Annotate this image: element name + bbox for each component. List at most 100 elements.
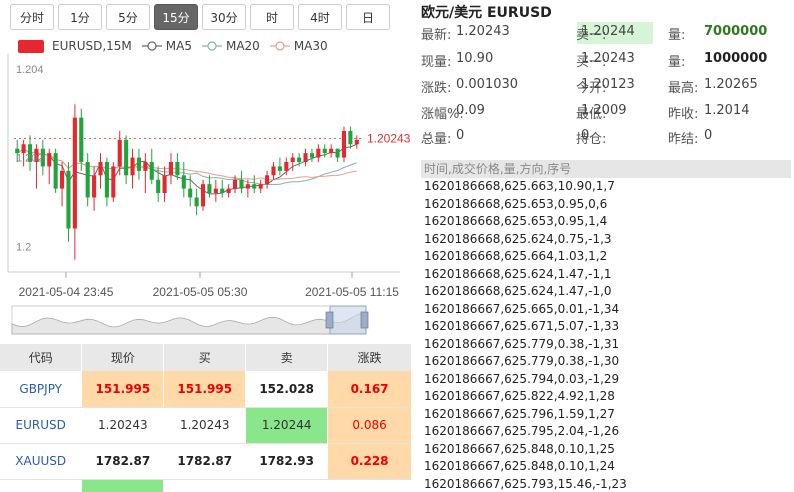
cell-ask: 152.028	[245, 371, 329, 408]
quote-table: 代码 现价 买 卖 涨跌 GBPJPY 151.995 151.995 152.…	[0, 344, 412, 492]
x-axis-labels: 2021-05-04 23:45 2021-05-05 05:30 2021-05-…	[19, 272, 399, 299]
legend-symbol: EURUSD,15M	[18, 39, 132, 53]
legend-ma20-label: MA20	[225, 39, 260, 53]
detail-value: 0	[456, 128, 465, 143]
cell-code[interactable]: EURUSD	[0, 407, 83, 444]
navigator-selection[interactable]	[329, 305, 367, 335]
col-code[interactable]: 代码	[0, 344, 83, 371]
detail-value: 1.20265	[704, 77, 758, 92]
table-row[interactable]	[0, 479, 412, 492]
ma30-line-icon	[269, 41, 290, 51]
detail-value: 0	[704, 128, 713, 143]
trade-row: 1620186668,625.653,0.95,1,4	[424, 214, 608, 228]
cell-code[interactable]: GBPJPY	[0, 371, 83, 408]
legend-ma30[interactable]: MA30	[269, 39, 328, 53]
candle	[79, 108, 84, 171]
detail-label: 最高:	[668, 81, 699, 96]
x-tick-label: 2021-05-04 23:45	[19, 285, 114, 299]
cell-price: 1.20243	[81, 407, 165, 444]
tab-timeframe[interactable]: 时	[250, 4, 294, 30]
detail-value: 1.20123	[581, 77, 635, 92]
tab-timeframe[interactable]: 分时	[10, 4, 54, 30]
candle	[168, 153, 174, 185]
col-bid[interactable]: 买	[163, 344, 247, 371]
tab-timeframe[interactable]: 5分	[106, 4, 150, 30]
tab-timeframe[interactable]: 1分	[58, 4, 102, 30]
legend-ma20[interactable]: MA20	[201, 39, 260, 53]
candle	[213, 179, 218, 202]
x-tick-label: 2021-05-05 05:30	[153, 285, 248, 299]
detail-label: 最新:	[421, 28, 452, 43]
trade-row: 1620186668,625.624,1.47,-1,0	[424, 284, 612, 298]
tab-timeframe[interactable]: 30分	[202, 4, 246, 30]
trade-row: 1620186667,625.794,0.03,-1,29	[424, 371, 620, 386]
trade-row: 1620186667,625.848,0.10,1,25	[424, 441, 615, 456]
candle	[124, 135, 129, 185]
detail-label: 量:	[668, 28, 686, 43]
legend-ma5[interactable]: MA5	[141, 39, 192, 53]
legend-symbol-label: EURUSD,15M	[52, 39, 132, 53]
navigator-right-handle[interactable]	[360, 311, 369, 329]
candle	[258, 179, 263, 194]
cell-ask: 1.20244	[245, 407, 329, 444]
candle	[335, 148, 340, 162]
candle	[226, 184, 231, 198]
y-tick-label: 1.202	[16, 153, 44, 165]
trade-row: 1620186667,625.795,2.04,-1,26	[424, 424, 620, 438]
candle	[329, 144, 334, 158]
cell-bid: 1.20243	[163, 407, 247, 444]
instrument-title: 欧元/美元 EURUSD	[421, 5, 552, 21]
tab-timeframe[interactable]: 4时	[298, 4, 342, 30]
y-axis-labels: 1.204 1.202 1.2	[16, 64, 44, 253]
trade-row: 1620186668,625.653,0.95,0,6	[424, 196, 608, 211]
cell-change: 0.228	[327, 443, 412, 480]
detail-value: 1.20244	[581, 24, 635, 39]
candle	[181, 162, 186, 198]
candle	[303, 148, 308, 167]
detail-value: 1.2014	[704, 103, 750, 118]
candle	[143, 153, 148, 194]
candlestick-chart[interactable]: 1.204 1.202 1.2 2021-05-04 23:45 2021-05-05…	[0, 54, 412, 344]
candle	[111, 162, 116, 202]
trades-list[interactable]: 1620186668,625.663,10.90,1,7 1620186668,6…	[424, 178, 627, 492]
candle	[354, 135, 359, 149]
trade-row: 1620186667,625.796,1.59,1,27	[424, 406, 615, 421]
candle	[316, 144, 321, 162]
candle	[66, 162, 71, 242]
col-price[interactable]: 现价	[81, 344, 165, 371]
last-price-label: 1.20243	[367, 131, 411, 145]
candle	[220, 179, 225, 198]
cell-change: 0.167	[327, 371, 412, 408]
candle	[309, 148, 314, 162]
tab-timeframe[interactable]: 15分	[154, 4, 198, 30]
ma5-line-icon	[141, 41, 162, 51]
candle	[104, 157, 109, 207]
moving-averages	[14, 138, 362, 195]
candle	[239, 170, 244, 194]
cell-code[interactable]: XAUUSD	[0, 443, 83, 480]
table-header-row: 代码 现价 买 卖 涨跌	[0, 344, 412, 371]
detail-value: 0	[581, 128, 590, 143]
detail-label: 现量:	[421, 55, 452, 70]
detail-label: 昨收:	[668, 107, 699, 122]
detail-label: 涨跌:	[421, 81, 452, 96]
trade-row: 1620186667,625.665,0.01,-1,34	[424, 301, 620, 316]
detail-value: 1.20243	[456, 24, 510, 39]
table-row[interactable]: GBPJPY 151.995 151.995 152.028 0.167	[0, 371, 412, 408]
cell-price: 151.995	[81, 371, 165, 408]
candle	[85, 153, 90, 207]
table-row[interactable]: EURUSD 1.20243 1.20243 1.20244 0.086	[0, 407, 412, 444]
trade-row: 1620186668,625.624,0.75,-1,3	[424, 231, 612, 246]
col-change[interactable]: 涨跌	[327, 344, 412, 371]
detail-value: 0.09	[456, 103, 485, 118]
trade-row: 1620186667,625.793,15.46,-1,23	[424, 476, 627, 491]
ma20-line-icon	[201, 41, 222, 51]
cell-bid: 1782.87	[163, 443, 247, 480]
tab-timeframe[interactable]: 日	[346, 4, 390, 30]
table-row[interactable]: XAUUSD 1782.87 1782.87 1782.93 0.228	[0, 443, 412, 480]
range-navigator[interactable]	[11, 305, 369, 335]
navigator-left-handle[interactable]	[325, 311, 334, 329]
cell-price: 1782.87	[81, 443, 165, 480]
candle	[47, 148, 52, 185]
col-ask[interactable]: 卖	[245, 344, 329, 371]
